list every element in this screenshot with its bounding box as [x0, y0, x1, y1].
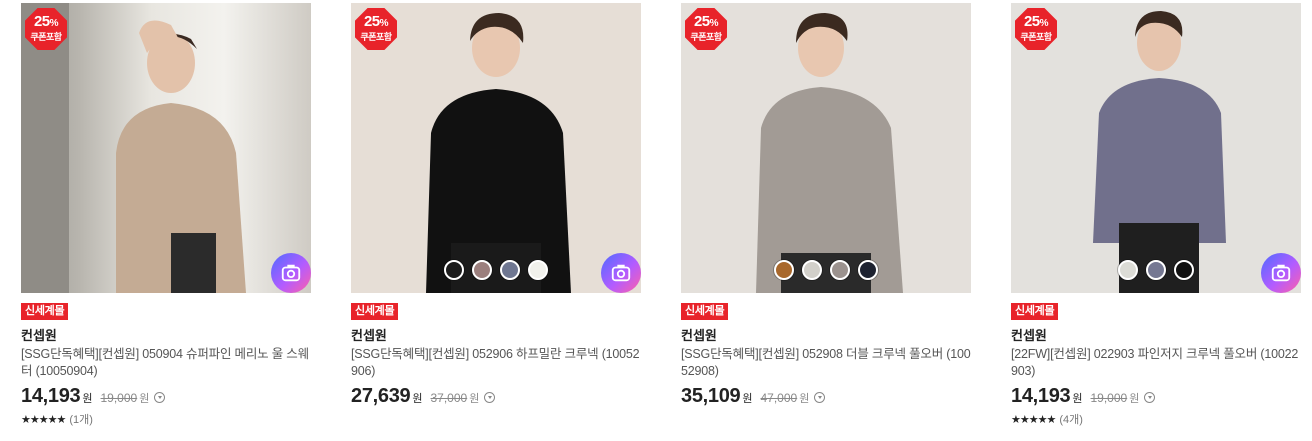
- product-name[interactable]: [SSG단독혜택][컨셉원] 052908 더블 크루넥 풀오버 (100529…: [681, 346, 971, 380]
- product-image[interactable]: 25% 쿠폰포함: [21, 3, 311, 293]
- model-figure: [1093, 11, 1226, 293]
- mall-tag: 신세계몰: [351, 303, 399, 320]
- price-row: 14,193 원 19,000 원: [21, 385, 311, 408]
- sale-price: 27,639: [351, 385, 411, 407]
- product-name[interactable]: [SSG단독혜택][컨셉원] 050904 슈퍼파인 메리노 울 스웨터 (10…: [21, 346, 311, 380]
- image-search-button[interactable]: [271, 253, 311, 293]
- star-rating: ★★★★★: [1011, 413, 1056, 426]
- camera-icon: [1271, 264, 1291, 282]
- review-count: (4개): [1059, 414, 1083, 426]
- brand-name[interactable]: 컨셉원: [351, 328, 641, 344]
- product-photo: [1011, 3, 1301, 293]
- color-swatch[interactable]: [444, 260, 464, 280]
- original-price: 37,000: [430, 391, 468, 405]
- product-name[interactable]: [22FW][컨셉원] 022903 파인저지 크루넥 풀오버 (1002290…: [1011, 346, 1301, 380]
- product-photo: [21, 3, 311, 293]
- original-price: 47,000: [760, 391, 798, 405]
- sale-price: 35,109: [681, 385, 741, 407]
- price-row: 27,639 원 37,000 원: [351, 385, 641, 408]
- mall-tag: 신세계몰: [1011, 303, 1059, 320]
- color-swatch[interactable]: [858, 260, 878, 280]
- star-rating: ★★★★★: [21, 413, 66, 426]
- rating: ★★★★★ (4개): [1011, 411, 1301, 427]
- model-figure: [426, 13, 571, 293]
- model-figure: [21, 3, 246, 293]
- model-figure: [756, 13, 903, 293]
- price-info-icon[interactable]: [154, 392, 166, 403]
- product-card[interactable]: 25% 쿠폰포함 신세계몰 컨셉원 [22FW][컨셉원] 022903 파인저…: [1011, 3, 1301, 427]
- color-swatch[interactable]: [1118, 260, 1138, 280]
- color-swatch[interactable]: [472, 260, 492, 280]
- product-photo: [681, 3, 971, 293]
- sale-price: 14,193: [1011, 385, 1071, 407]
- product-card[interactable]: 25% 쿠폰포함 신세계몰 컨셉원 [SSG단독혜택][컨셉원] 052908 …: [681, 3, 971, 408]
- color-swatch[interactable]: [830, 260, 850, 280]
- price-info-icon[interactable]: [1144, 392, 1156, 403]
- product-card[interactable]: 25% 쿠폰포함 신세계몰 컨셉원 [SSG단독혜택][컨셉원] 052906 …: [351, 3, 641, 408]
- review-count: (1개): [69, 414, 93, 426]
- product-card[interactable]: 25% 쿠폰포함 신세계몰 컨셉원 [SSG단독혜택][컨셉원] 050904 …: [21, 3, 311, 427]
- price-info-icon[interactable]: [484, 392, 496, 403]
- product-image[interactable]: 25% 쿠폰포함: [351, 3, 641, 293]
- sale-price: 14,193: [21, 385, 81, 407]
- camera-icon: [281, 264, 301, 282]
- original-price: 19,000: [1090, 391, 1128, 405]
- product-image[interactable]: 25% 쿠폰포함: [1011, 3, 1301, 293]
- color-swatches: [1011, 260, 1301, 280]
- mall-tag: 신세계몰: [21, 303, 69, 320]
- color-swatches: [351, 260, 641, 280]
- camera-icon: [611, 264, 631, 282]
- original-price: 19,000: [100, 391, 138, 405]
- image-search-button[interactable]: [601, 253, 641, 293]
- product-photo: [351, 3, 641, 293]
- image-search-button[interactable]: [1261, 253, 1301, 293]
- mall-tag: 신세계몰: [681, 303, 729, 320]
- color-swatches: [681, 260, 971, 280]
- product-name[interactable]: [SSG단독혜택][컨셉원] 052906 하프밀란 크루넥 (10052906…: [351, 346, 641, 380]
- brand-name[interactable]: 컨셉원: [1011, 328, 1301, 344]
- price-info-icon[interactable]: [814, 392, 826, 403]
- product-image[interactable]: 25% 쿠폰포함: [681, 3, 971, 293]
- price-row: 35,109 원 47,000 원: [681, 385, 971, 408]
- color-swatch[interactable]: [802, 260, 822, 280]
- color-swatch[interactable]: [774, 260, 794, 280]
- color-swatch[interactable]: [1174, 260, 1194, 280]
- brand-name[interactable]: 컨셉원: [681, 328, 971, 344]
- brand-name[interactable]: 컨셉원: [21, 328, 311, 344]
- color-swatch[interactable]: [500, 260, 520, 280]
- color-swatch[interactable]: [528, 260, 548, 280]
- rating: ★★★★★ (1개): [21, 411, 311, 427]
- color-swatch[interactable]: [1146, 260, 1166, 280]
- price-row: 14,193 원 19,000 원: [1011, 385, 1301, 408]
